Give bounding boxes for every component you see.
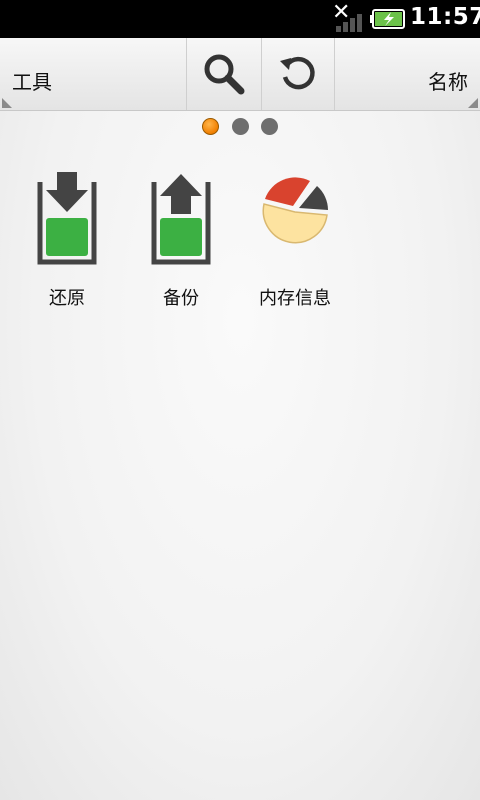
tools-label: 工具 (12, 70, 52, 94)
backup-icon (151, 174, 211, 265)
sort-label: 名称 (428, 70, 468, 94)
page-dot[interactable] (261, 118, 278, 135)
signal-icon (336, 14, 362, 32)
memory-info-label: 内存信息 (259, 288, 331, 309)
dropdown-corner-icon (468, 98, 478, 108)
memory-info-app[interactable]: 内存信息 (240, 172, 350, 312)
refresh-icon (279, 56, 315, 90)
battery-charging-icon (370, 9, 405, 29)
restore-app[interactable]: 还原 (12, 172, 122, 312)
restore-icon (37, 172, 97, 265)
status-bar: ✕ 11:57 (0, 0, 480, 38)
backup-app[interactable]: 备份 (126, 172, 236, 312)
clock: 11:57 (410, 4, 480, 30)
page-indicator (202, 118, 282, 136)
page-dot-active[interactable] (202, 118, 219, 135)
search-button[interactable] (186, 38, 262, 110)
refresh-button[interactable] (261, 38, 335, 110)
dropdown-corner-icon (2, 98, 12, 108)
pie-chart-icon (262, 177, 328, 244)
search-icon (204, 54, 245, 95)
toolbar: 工具 名称 (0, 38, 480, 111)
tools-dropdown[interactable]: 工具 (0, 38, 186, 110)
page-dot[interactable] (232, 118, 249, 135)
restore-label: 还原 (49, 288, 85, 309)
sort-by-name-dropdown[interactable]: 名称 (335, 38, 480, 110)
backup-label: 备份 (163, 288, 199, 309)
